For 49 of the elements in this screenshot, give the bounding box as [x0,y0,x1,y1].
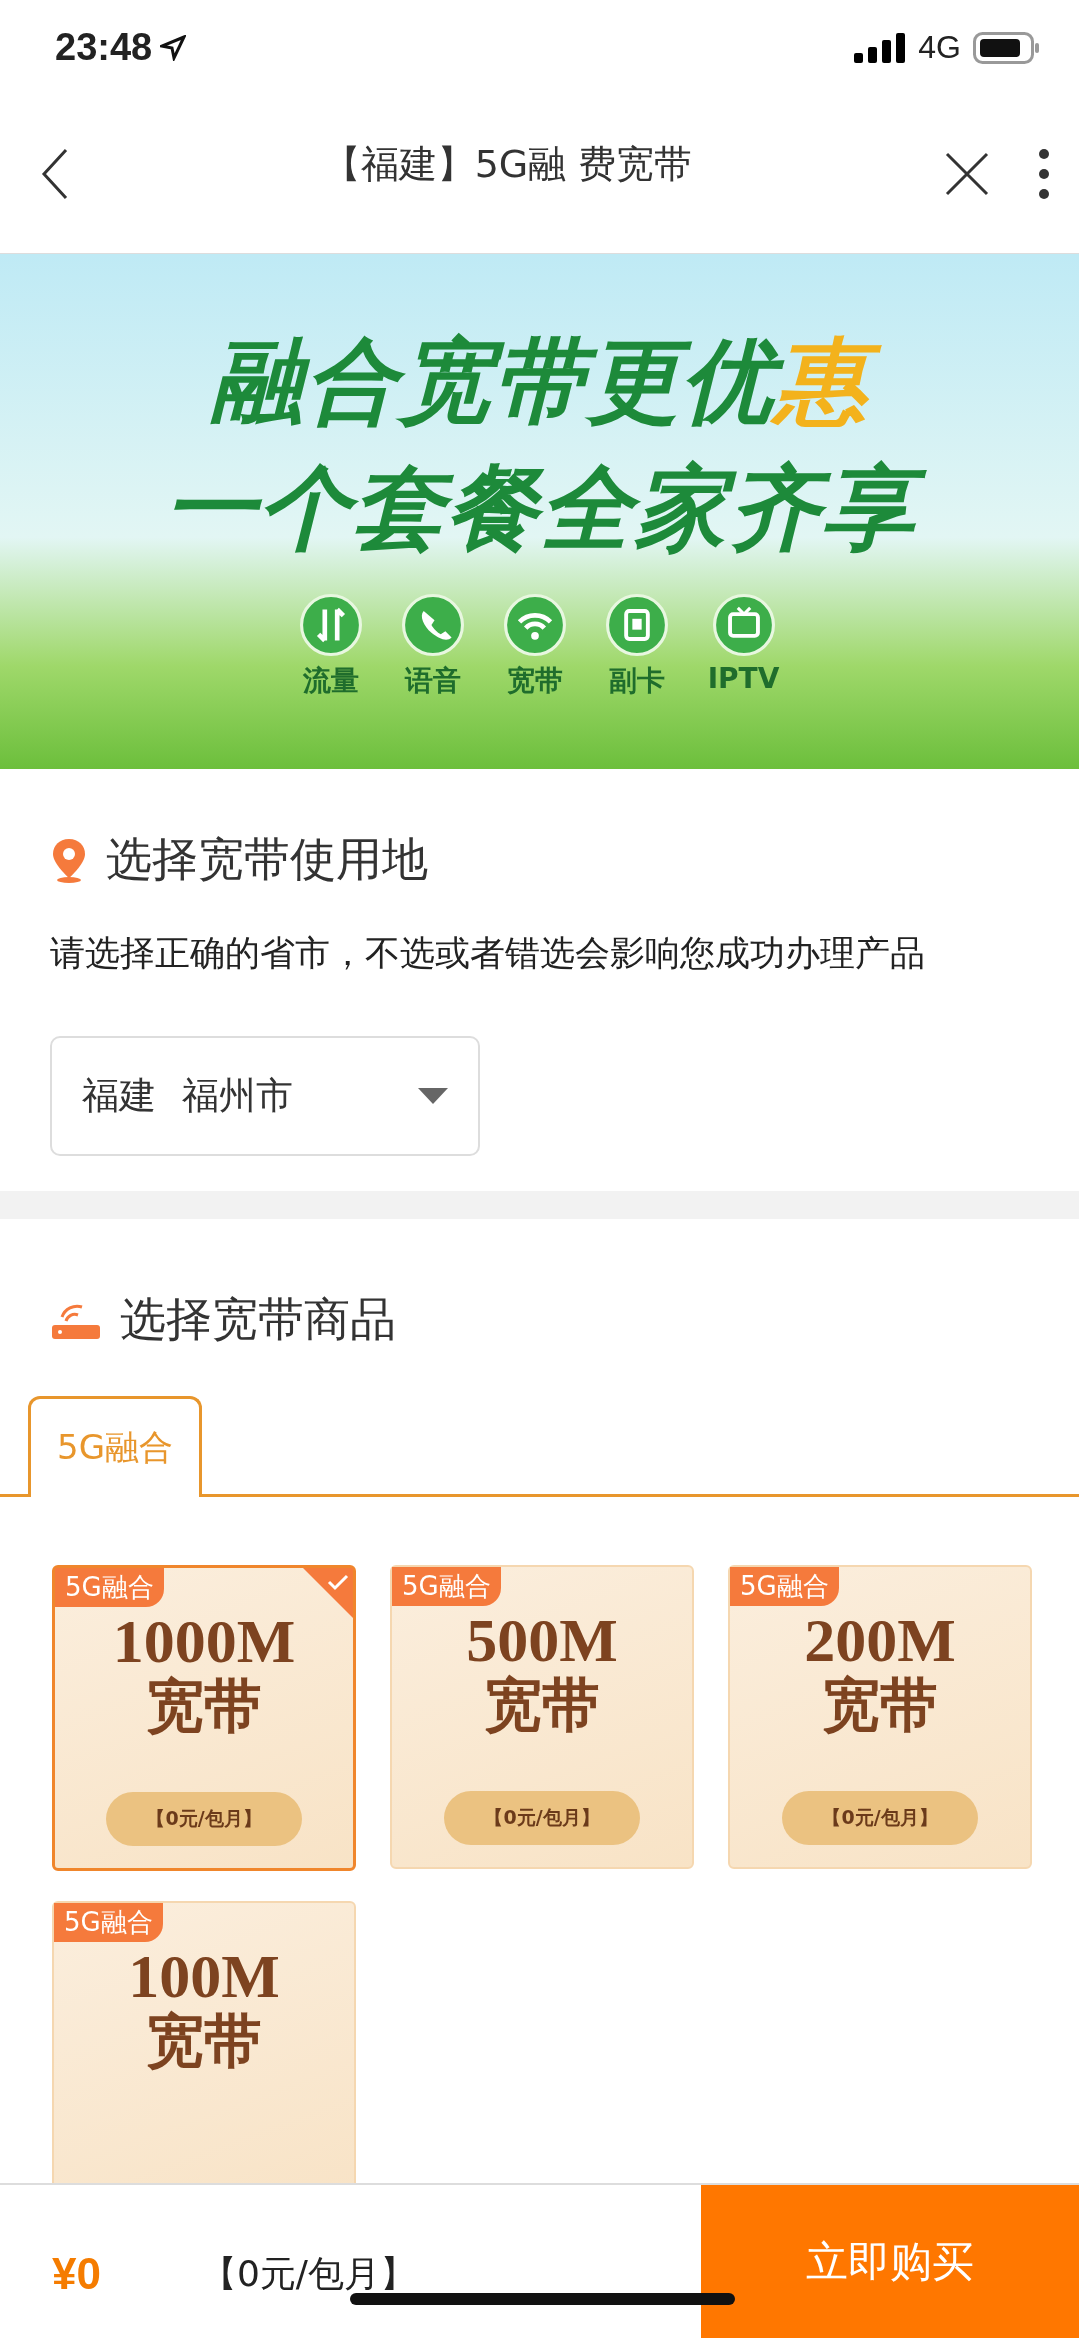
more-icon[interactable] [1039,149,1049,199]
feature-label: 副卡 [608,662,665,699]
location-arrow-icon [160,34,187,61]
network-label: 4G [918,29,961,66]
plan-price: 【0元/包月】 [444,1791,640,1845]
section-title: 选择宽带商品 [120,1291,396,1348]
signal-icon [854,32,907,63]
plan-speed: 500M [466,1609,618,1671]
page-title: 【福建】5G融 费宽带 [322,140,693,188]
close-icon[interactable] [945,152,989,196]
plan-speed: 200M [804,1609,956,1671]
plan-card[interactable]: 5G融合 100M 宽带 [52,1901,356,2183]
plan-tag: 5G融合 [392,1567,501,1606]
plan-tag: 5G融合 [54,1903,163,1942]
status-time: 23:48 [55,26,187,69]
plan-card[interactable]: 5G融合 1000M 宽带 【0元/包月】 [52,1565,356,1871]
wifi-feature-icon [503,593,566,656]
plan-name: 宽带 [484,1671,600,1741]
phone-feature-icon [401,593,464,656]
check-corner-icon [303,1568,353,1618]
sim-feature-icon [605,593,668,656]
feature-label: IPTV [707,661,780,695]
plan-name: 宽带 [146,2007,262,2077]
section-title: 选择宽带使用地 [106,831,428,888]
total-price: ¥0 [52,2249,101,2299]
feature-label: 流量 [302,662,359,699]
dropdown-caret-icon [418,1088,448,1104]
selected-price: 【0元/包月】 [200,2251,416,2296]
banner-headline: 融合宽带更优惠 [180,323,899,442]
plan-name: 宽带 [822,1671,938,1741]
banner-subline: 一个套餐全家齐享 [133,449,946,568]
plan-tag: 5G融合 [55,1568,164,1607]
plan-speed: 100M [128,1945,280,2007]
location-hint: 请选择正确的省市，不选或者错选会影响您成功办理产品 [50,932,926,975]
plan-card[interactable]: 5G融合 200M 宽带 【0元/包月】 [728,1565,1032,1869]
region-dropdown[interactable]: 福建 福州市 [50,1036,480,1156]
tv-feature-icon [712,593,775,656]
back-icon[interactable] [40,148,70,200]
plan-name: 宽带 [146,1672,262,1742]
location-pin-icon [50,837,88,883]
plan-speed: 1000M [112,1610,296,1672]
plan-price: 【0元/包月】 [782,1791,978,1845]
plan-price: 【0元/包月】 [106,1792,302,1846]
data-feature-icon [299,593,362,656]
feature-label: 宽带 [506,662,563,699]
plan-tag: 5G融合 [730,1567,839,1606]
plan-card[interactable]: 5G融合 500M 宽带 【0元/包月】 [390,1565,694,1869]
battery-icon [973,31,1039,64]
feature-label: 语音 [404,662,461,699]
